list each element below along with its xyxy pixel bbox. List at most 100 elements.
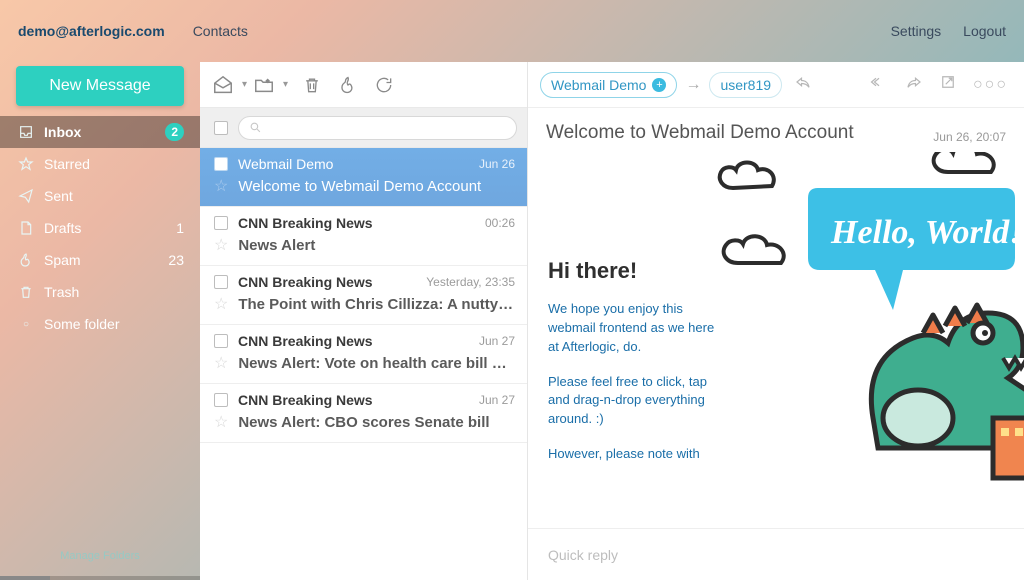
unread-badge: 2 xyxy=(165,123,184,141)
reader-header: Webmail Demo + → user819 ○○○ xyxy=(528,62,1024,108)
manage-folders-link[interactable]: Manage Folders xyxy=(0,544,200,576)
message-datetime: Jun 26, 20:07 xyxy=(933,130,1006,144)
folder-count: 23 xyxy=(168,252,184,268)
body-paragraph: We hope you enjoy this webmail frontend … xyxy=(548,300,728,357)
forward-button[interactable] xyxy=(901,69,927,100)
message-body: Hello, World! xyxy=(528,152,1024,528)
message-subject: Welcome to Webmail Demo Account xyxy=(238,178,515,195)
open-new-window-button[interactable] xyxy=(935,69,961,100)
refresh-button[interactable] xyxy=(366,74,402,96)
message-subject: News Alert: Vote on health care bill del… xyxy=(238,355,515,372)
send-icon xyxy=(16,188,36,204)
message-checkbox[interactable] xyxy=(214,275,228,289)
message-date: Jun 26 xyxy=(479,157,515,171)
reader-panel: Webmail Demo + → user819 ○○○ Welcome to … xyxy=(528,62,1024,580)
search-icon xyxy=(249,121,262,134)
sidebar-item-some-folder[interactable]: ○ Some folder xyxy=(0,308,200,340)
folder-label: Sent xyxy=(44,188,184,204)
message-item[interactable]: CNN Breaking News 00:26 ☆ News Alert xyxy=(200,207,527,266)
folder-label: Starred xyxy=(44,156,184,172)
refresh-icon xyxy=(374,74,394,96)
logout-link[interactable]: Logout xyxy=(963,23,1006,39)
message-list-panel: ▾ ▾ Webmail Demo Jun 26 ☆ Welcome to Webmai… xyxy=(200,62,528,580)
folder-label: Trash xyxy=(44,284,184,300)
mark-read-menu[interactable]: ▾ xyxy=(212,74,253,96)
message-from: Webmail Demo xyxy=(238,156,469,172)
star-icon[interactable]: ☆ xyxy=(214,176,228,196)
more-menu-button[interactable]: ○○○ xyxy=(969,72,1012,98)
reply-all-button[interactable] xyxy=(865,69,893,100)
body-paragraph: However, please note with xyxy=(548,445,728,464)
search-input[interactable] xyxy=(238,116,517,140)
message-item[interactable]: CNN Breaking NewsJun 27☆News Alert: Vote… xyxy=(200,325,527,384)
sidebar-item-drafts[interactable]: Drafts1 xyxy=(0,212,200,244)
sidebar-scrollbar[interactable] xyxy=(0,576,200,580)
folder-list: Inbox2StarredSentDrafts1Spam23Trash○Some… xyxy=(0,116,200,544)
message-subject: News Alert: CBO scores Senate bill xyxy=(238,414,515,431)
sidebar-item-starred[interactable]: Starred xyxy=(0,148,200,180)
body-paragraph: Please feel free to click, tap and drag-… xyxy=(548,373,728,430)
sidebar: New Message Inbox2StarredSentDrafts1Spam… xyxy=(0,62,200,580)
select-all-checkbox[interactable] xyxy=(214,121,228,135)
new-message-button[interactable]: New Message xyxy=(16,66,184,106)
account-email-link[interactable]: demo@afterlogic.com xyxy=(18,23,165,39)
star-icon[interactable]: ☆ xyxy=(214,353,228,373)
star-icon[interactable]: ☆ xyxy=(214,294,228,314)
search-row xyxy=(200,108,527,148)
envelope-open-icon xyxy=(212,74,234,96)
contacts-link[interactable]: Contacts xyxy=(193,23,248,39)
sidebar-item-sent[interactable]: Sent xyxy=(0,180,200,212)
message-checkbox[interactable] xyxy=(214,334,228,348)
message-date: Jun 27 xyxy=(479,393,515,407)
star-icon[interactable]: ☆ xyxy=(214,235,228,255)
trash-icon xyxy=(16,284,36,300)
folder-label: Drafts xyxy=(44,220,176,236)
folder-arrow-icon xyxy=(253,74,275,96)
message-from: CNN Breaking News xyxy=(238,215,475,231)
inbox-icon xyxy=(16,124,36,140)
delete-button[interactable] xyxy=(294,74,330,96)
message-subject: News Alert xyxy=(238,237,515,254)
message-item[interactable]: CNN Breaking NewsYesterday, 23:35☆The Po… xyxy=(200,266,527,325)
list-toolbar: ▾ ▾ xyxy=(200,62,527,108)
top-bar: demo@afterlogic.com Contacts Settings Lo… xyxy=(0,0,1024,62)
add-contact-icon[interactable]: + xyxy=(652,78,666,92)
folder-label: Spam xyxy=(44,252,168,268)
message-items: Webmail Demo Jun 26 ☆ Welcome to Webmail De… xyxy=(200,148,527,580)
sender-chip[interactable]: Webmail Demo + xyxy=(540,72,677,98)
sidebar-item-spam[interactable]: Spam23 xyxy=(0,244,200,276)
sidebar-item-inbox[interactable]: Inbox2 xyxy=(0,116,200,148)
dot-icon: ○ xyxy=(16,319,36,330)
star-icon xyxy=(16,156,36,172)
flame-icon xyxy=(338,74,358,96)
move-to-menu[interactable]: ▾ xyxy=(253,74,294,96)
message-from: CNN Breaking News xyxy=(238,392,469,408)
reader-title-row: Welcome to Webmail Demo Account Jun 26, … xyxy=(528,108,1024,152)
folder-count: 1 xyxy=(176,220,184,236)
recipient-chip-label: user819 xyxy=(720,77,771,93)
bubble-text: Hello, World! xyxy=(830,214,1022,251)
greeting-heading: Hi there! xyxy=(548,258,1024,284)
message-title: Welcome to Webmail Demo Account xyxy=(546,122,854,144)
spam-icon xyxy=(16,252,36,268)
main-area: New Message Inbox2StarredSentDrafts1Spam… xyxy=(0,62,1024,580)
message-checkbox[interactable] xyxy=(214,216,228,230)
sidebar-item-trash[interactable]: Trash xyxy=(0,276,200,308)
trash-icon xyxy=(302,74,322,96)
message-item[interactable]: Webmail Demo Jun 26 ☆ Welcome to Webmail De… xyxy=(200,148,527,207)
message-checkbox[interactable] xyxy=(214,157,228,171)
message-date: 00:26 xyxy=(485,216,515,230)
message-checkbox[interactable] xyxy=(214,393,228,407)
quick-reply-input[interactable]: Quick reply xyxy=(528,528,1024,580)
folder-label: Inbox xyxy=(44,124,165,140)
message-date: Yesterday, 23:35 xyxy=(426,275,515,289)
star-icon[interactable]: ☆ xyxy=(214,412,228,432)
recipient-chip[interactable]: user819 xyxy=(709,72,782,98)
folder-label: Some folder xyxy=(44,316,184,332)
spam-button[interactable] xyxy=(330,74,366,96)
settings-link[interactable]: Settings xyxy=(891,23,942,39)
message-from: CNN Breaking News xyxy=(238,333,469,349)
message-item[interactable]: CNN Breaking News Jun 27 ☆ News Alert: CBO … xyxy=(200,384,527,443)
message-from: CNN Breaking News xyxy=(238,274,416,290)
reply-button[interactable] xyxy=(790,69,816,100)
